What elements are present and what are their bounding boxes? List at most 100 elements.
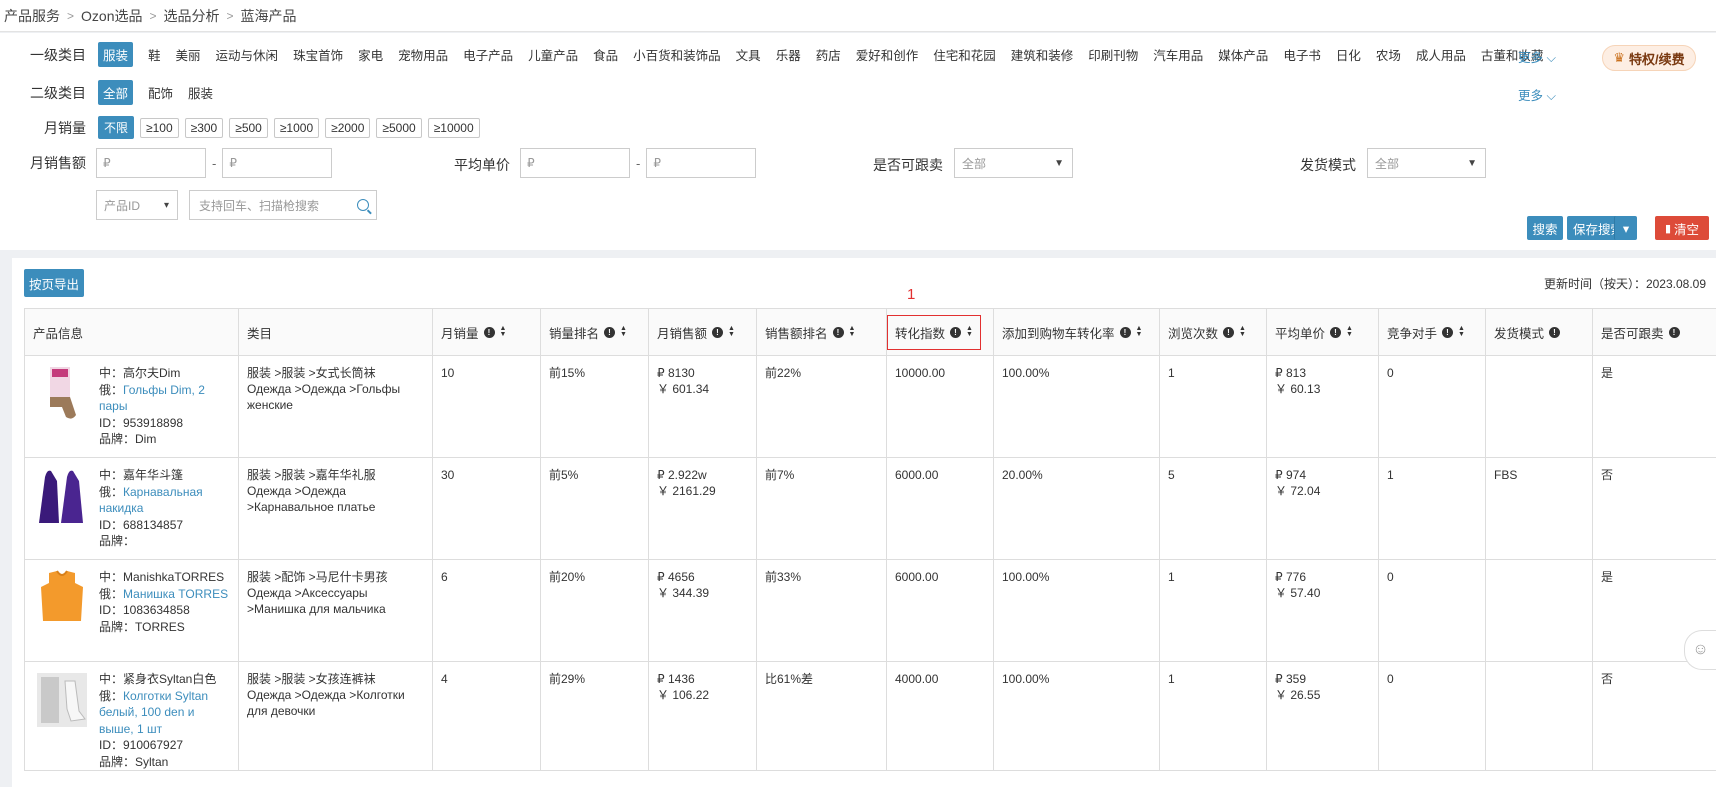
- cat1-option[interactable]: 农场: [1376, 45, 1401, 64]
- cat1-option[interactable]: 珠宝首饰: [293, 45, 343, 64]
- info-icon[interactable]: !: [712, 326, 724, 338]
- crown-icon: ♛: [1613, 50, 1626, 65]
- cat2-option[interactable]: 服装: [188, 83, 213, 102]
- breadcrumb-item[interactable]: Ozon选品: [81, 6, 142, 26]
- sales-option[interactable]: ≥5000: [376, 117, 422, 138]
- product-image[interactable]: [33, 365, 91, 423]
- col-header-follow-sell: 是否可跟卖!: [1592, 308, 1716, 356]
- id-type-select[interactable]: 产品ID ▾: [96, 190, 178, 220]
- save-search-dropdown[interactable]: ▾: [1614, 216, 1637, 240]
- sales-option[interactable]: 不限: [98, 116, 135, 139]
- cell-views: 1: [1159, 355, 1267, 458]
- sort-icon[interactable]: ▲ ▼: [500, 325, 507, 338]
- vip-renew-button[interactable]: ♛ 特权/续费: [1602, 45, 1696, 71]
- cat1-option[interactable]: 建筑和装修: [1011, 45, 1074, 64]
- sort-icon[interactable]: ▲ ▼: [1346, 325, 1353, 338]
- cat1-option[interactable]: 电子产品: [463, 45, 513, 64]
- cat1-option[interactable]: 住宅和花园: [933, 45, 996, 64]
- cat1-option[interactable]: 小百货和装饰品: [633, 45, 721, 64]
- sort-icon[interactable]: ▲ ▼: [1239, 325, 1246, 338]
- col-header-monthly-revenue[interactable]: 月销售额! ▲ ▼: [648, 308, 757, 356]
- product-name-ru-label: 俄：: [99, 382, 124, 397]
- cat1-option[interactable]: 成人用品: [1416, 45, 1466, 64]
- cat1-option[interactable]: 日化: [1336, 45, 1361, 64]
- sort-icon[interactable]: ▲ ▼: [620, 325, 627, 338]
- info-icon[interactable]: !: [483, 326, 495, 338]
- help-assistant-button[interactable]: ☺: [1684, 630, 1716, 670]
- col-header-revenue-rank[interactable]: 销售额排名! ▲ ▼: [756, 308, 887, 356]
- info-icon[interactable]: !: [604, 326, 616, 338]
- sales-option[interactable]: ≥1000: [273, 117, 320, 138]
- ship-mode-select[interactable]: 全部 ▼: [1367, 148, 1486, 178]
- sort-icon[interactable]: ▲ ▼: [966, 325, 973, 338]
- cat1-option[interactable]: 汽车用品: [1153, 45, 1203, 64]
- revenue-max-input[interactable]: ₽: [222, 148, 333, 178]
- col-header-cart-rate[interactable]: 添加到购物车转化率! ▲ ▼: [993, 308, 1160, 356]
- info-icon[interactable]: !: [1330, 326, 1342, 338]
- sales-option[interactable]: ≥10000: [427, 117, 480, 138]
- cat1-option[interactable]: 运动与休闲: [216, 45, 279, 64]
- cat1-option[interactable]: 服装: [98, 42, 134, 67]
- col-header-avg-price[interactable]: 平均单价! ▲ ▼: [1266, 308, 1379, 356]
- info-icon[interactable]: !: [1442, 326, 1454, 338]
- avg-price-max-input[interactable]: ₽: [646, 148, 757, 178]
- product-name-ru-link[interactable]: Манишка TORRES: [123, 587, 228, 601]
- filter-row-cat1: 一级类目 服装鞋美丽 运动与休闲 珠宝首饰 家电 宠物用品 电子产品 儿童产品 食品 小百货和装…: [0, 42, 1558, 67]
- cat1-option[interactable]: 美丽: [176, 45, 201, 64]
- cell-conversion-index: 6000.00: [886, 457, 994, 560]
- cat2-option[interactable]: 配饰: [148, 83, 173, 102]
- cell-avg-price: ₽ 813 ￥ 60.13: [1266, 355, 1379, 458]
- cat1-option[interactable]: 印刷刊物: [1088, 45, 1138, 64]
- product-image[interactable]: [33, 671, 91, 729]
- sort-icon[interactable]: ▲ ▼: [1458, 325, 1465, 338]
- cat1-option[interactable]: 鞋: [148, 45, 161, 64]
- search-button[interactable]: 搜索: [1527, 216, 1563, 240]
- revenue-min-input[interactable]: ₽: [96, 148, 206, 178]
- cat1-option[interactable]: 家电: [358, 45, 383, 64]
- table-row: 中：ManishkaTORRES 俄：Манишка TORRES ID：10836…: [24, 559, 1716, 662]
- clear-button[interactable]: ▮ 清空: [1655, 216, 1709, 240]
- sales-option[interactable]: ≥300: [184, 117, 224, 138]
- col-header-competitors[interactable]: 竞争对手! ▲ ▼: [1378, 308, 1486, 356]
- info-icon[interactable]: !: [1119, 326, 1131, 338]
- range-dash: -: [212, 155, 217, 171]
- cat1-option[interactable]: 儿童产品: [528, 45, 578, 64]
- cat1-option[interactable]: 宠物用品: [398, 45, 448, 64]
- sort-icon[interactable]: ▲ ▼: [1136, 325, 1143, 338]
- cell-competitors: 0: [1378, 355, 1486, 458]
- cat2-more-link[interactable]: 更多 ⌵: [1518, 85, 1556, 104]
- cat1-option[interactable]: 乐器: [776, 45, 801, 64]
- search-input[interactable]: 支持回车、扫描枪搜索: [189, 190, 377, 220]
- col-header-sales-rank[interactable]: 销量排名! ▲ ▼: [540, 308, 649, 356]
- revenue-rub: ₽ 4656: [657, 570, 695, 584]
- col-header-views[interactable]: 浏览次数! ▲ ▼: [1159, 308, 1267, 356]
- cat2-option[interactable]: 全部: [98, 80, 134, 105]
- product-image[interactable]: [33, 467, 91, 525]
- info-icon[interactable]: !: [1549, 326, 1561, 338]
- cat1-option[interactable]: 爱好和创作: [856, 45, 919, 64]
- product-image[interactable]: [33, 569, 91, 627]
- follow-sell-select[interactable]: 全部 ▼: [954, 148, 1073, 178]
- col-header-monthly-sales[interactable]: 月销量! ▲ ▼: [432, 308, 541, 356]
- breadcrumb-item[interactable]: 产品服务: [4, 6, 60, 26]
- sales-option[interactable]: ≥100: [140, 117, 179, 138]
- info-icon[interactable]: !: [1223, 326, 1235, 338]
- sort-icon[interactable]: ▲ ▼: [728, 325, 735, 338]
- avg-price-min-input[interactable]: ₽: [520, 148, 630, 178]
- cat1-option[interactable]: 文具: [736, 45, 761, 64]
- sort-icon[interactable]: ▲ ▼: [849, 325, 856, 338]
- info-icon[interactable]: !: [950, 326, 962, 338]
- filter-label: 一级类目: [30, 46, 86, 63]
- sales-option[interactable]: ≥500: [229, 117, 268, 138]
- sales-option[interactable]: ≥2000: [325, 117, 371, 138]
- col-header-conversion-index[interactable]: 转化指数! ▲ ▼: [886, 308, 994, 356]
- cat1-option[interactable]: 媒体产品: [1218, 45, 1268, 64]
- cat1-option[interactable]: 电子书: [1283, 45, 1321, 64]
- cat1-more-link[interactable]: 更多 ⌵: [1518, 47, 1556, 66]
- cat1-option[interactable]: 食品: [593, 45, 618, 64]
- info-icon[interactable]: !: [1668, 326, 1680, 338]
- export-page-button[interactable]: 按页导出: [24, 269, 84, 297]
- cat1-option[interactable]: 药店: [816, 45, 841, 64]
- breadcrumb-item[interactable]: 选品分析: [164, 6, 220, 26]
- info-icon[interactable]: !: [832, 326, 844, 338]
